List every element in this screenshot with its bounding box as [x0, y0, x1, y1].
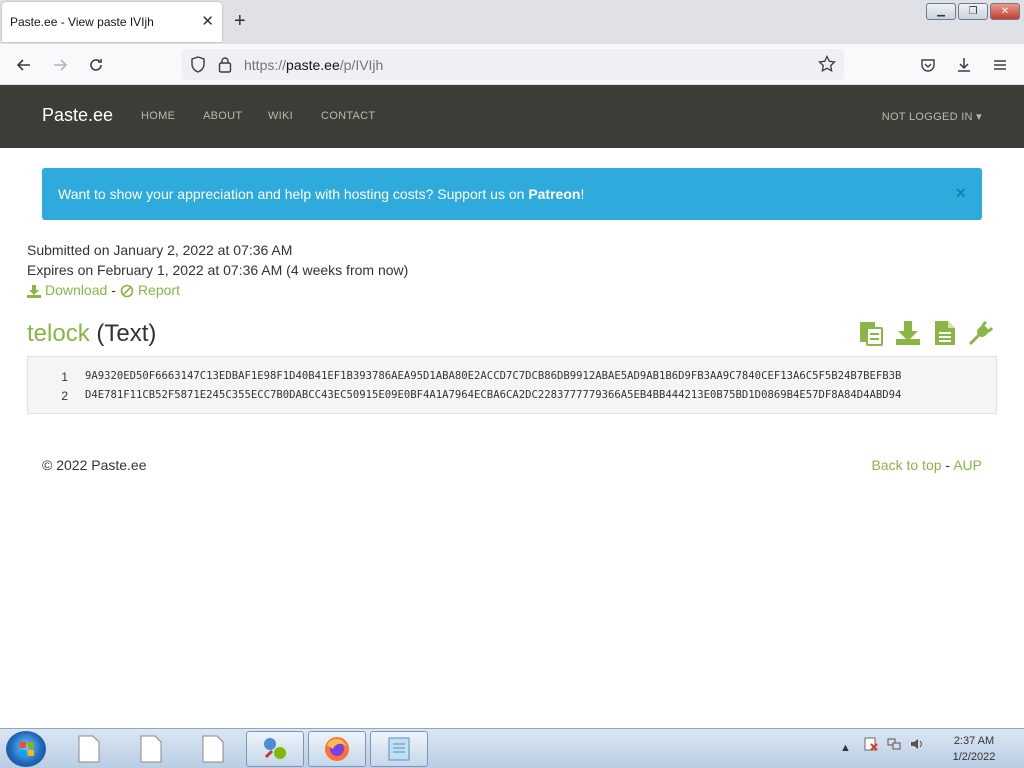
tray-flag-icon[interactable] — [864, 737, 881, 754]
alert-suffix: ! — [580, 186, 585, 202]
paste-content[interactable]: 1 9A9320ED50F6663147C13EDBAF1E98F1D40B41… — [27, 356, 997, 414]
start-button[interactable] — [6, 731, 46, 767]
nav-home[interactable]: HOME — [141, 110, 175, 122]
line-text: D4E781F11CB52F5871E245C355ECC7B0DABCC43E… — [85, 389, 902, 401]
site-header: Paste.ee HOME ABOUT WIKI CONTACT NOT LOG… — [0, 85, 1024, 148]
user-menu-dropdown[interactable]: NOT LOGGED IN ▾ — [882, 110, 982, 123]
submitted-date: Submitted on January 2, 2022 at 07:36 AM — [27, 242, 293, 258]
reload-icon[interactable] — [84, 53, 108, 77]
minimize-button[interactable]: ▁ — [926, 3, 956, 20]
caret-down-icon: ▾ — [976, 111, 982, 123]
url-host: paste.ee — [286, 57, 340, 73]
footer-links: Back to top - AUP — [871, 457, 982, 473]
alert-close-icon[interactable]: × — [955, 184, 966, 202]
menu-icon[interactable] — [988, 53, 1012, 77]
url-text: https://paste.ee/p/IVIjh — [244, 57, 383, 73]
tab-close-icon[interactable]: ✕ — [201, 13, 214, 31]
browser-navbar: https://paste.ee/p/IVIjh — [0, 44, 1024, 85]
pocket-icon[interactable] — [916, 53, 940, 77]
report-icon[interactable] — [120, 282, 134, 298]
nav-about[interactable]: ABOUT — [203, 110, 242, 122]
browser-tab[interactable]: Paste.ee - View paste IVIjh ✕ — [2, 2, 222, 42]
system-tray: ▲ — [840, 737, 924, 754]
taskbar-notepad-icon[interactable] — [370, 731, 428, 767]
taskbar-file-icon[interactable] — [60, 731, 118, 767]
taskbar-file-icon[interactable] — [122, 731, 180, 767]
browser-tabbar: Paste.ee - View paste IVIjh ✕ + ▁ ❐ ✕ — [0, 0, 1024, 44]
windows-logo-icon — [20, 742, 34, 756]
back-to-top-link[interactable]: Back to top — [871, 457, 941, 473]
tray-network-icon[interactable] — [887, 738, 904, 754]
nav-wiki[interactable]: WIKI — [268, 110, 293, 122]
code-line: 2 D4E781F11CB52F5871E245C355ECC7B0DABCC4… — [28, 389, 996, 409]
patreon-alert: Want to show your appreciation and help … — [42, 168, 982, 220]
footer-copyright: © 2022 Paste.ee — [42, 457, 147, 473]
download-icon[interactable] — [27, 282, 41, 298]
raw-document-icon[interactable] — [932, 320, 958, 346]
download-paste-icon[interactable] — [895, 320, 921, 346]
clock-date: 1/2/2022 — [952, 751, 996, 763]
nav-contact[interactable]: CONTACT — [321, 110, 375, 122]
tray-volume-icon[interactable] — [910, 739, 924, 754]
plug-icon[interactable] — [968, 320, 994, 346]
expires-date: Expires on February 1, 2022 at 07:36 AM … — [27, 262, 409, 278]
link-separator: - — [111, 282, 116, 299]
copy-icon[interactable] — [858, 320, 884, 346]
taskbar-clock[interactable]: 2:37 AM 1/2/2022 — [946, 733, 1002, 765]
alert-message: Want to show your appreciation and help … — [58, 186, 529, 202]
patreon-link[interactable]: Patreon — [528, 186, 580, 202]
code-line: 1 9A9320ED50F6663147C13EDBAF1E98F1D40B41… — [28, 370, 996, 390]
back-icon[interactable] — [12, 53, 36, 77]
footer-separator: - — [945, 457, 951, 473]
paste-title: telock (Text) — [27, 320, 156, 348]
url-path: /p/IVIjh — [339, 57, 384, 73]
clock-time: 2:37 AM — [953, 735, 995, 747]
paste-links: Download - Report — [27, 282, 180, 298]
downloads-icon[interactable] — [952, 53, 976, 77]
aup-link[interactable]: AUP — [953, 457, 982, 473]
tab-title: Paste.ee - View paste IVIjh — [10, 15, 154, 29]
new-tab-icon[interactable]: + — [234, 11, 246, 31]
download-link[interactable]: Download — [45, 282, 107, 298]
line-number: 1 — [61, 370, 68, 384]
paste-type: (Text) — [96, 320, 157, 347]
taskbar-file-icon[interactable] — [184, 731, 242, 767]
bookmark-star-icon[interactable] — [818, 54, 836, 78]
report-link[interactable]: Report — [138, 282, 180, 298]
close-window-button[interactable]: ✕ — [990, 3, 1020, 20]
paste-name: telock — [27, 320, 90, 347]
maximize-button[interactable]: ❐ — [958, 3, 988, 20]
site-brand[interactable]: Paste.ee — [42, 105, 113, 126]
url-bar[interactable]: https://paste.ee/p/IVIjh — [182, 49, 844, 80]
taskbar: ▲ 2:37 AM 1/2/2022 — [0, 728, 1024, 768]
line-number: 2 — [61, 389, 68, 403]
tray-expand-icon[interactable]: ▲ — [840, 742, 851, 754]
forward-icon[interactable] — [48, 53, 72, 77]
user-menu-label: NOT LOGGED IN — [881, 111, 973, 123]
alert-text: Want to show your appreciation and help … — [58, 186, 584, 202]
line-text: 9A9320ED50F6663147C13EDBAF1E98F1D40B41EF… — [85, 370, 902, 382]
lock-icon[interactable] — [218, 56, 232, 78]
url-prefix: https:// — [244, 57, 287, 73]
taskbar-firefox-icon[interactable] — [308, 731, 366, 767]
shield-icon[interactable] — [190, 56, 206, 78]
taskbar-network-icon[interactable] — [246, 731, 304, 767]
